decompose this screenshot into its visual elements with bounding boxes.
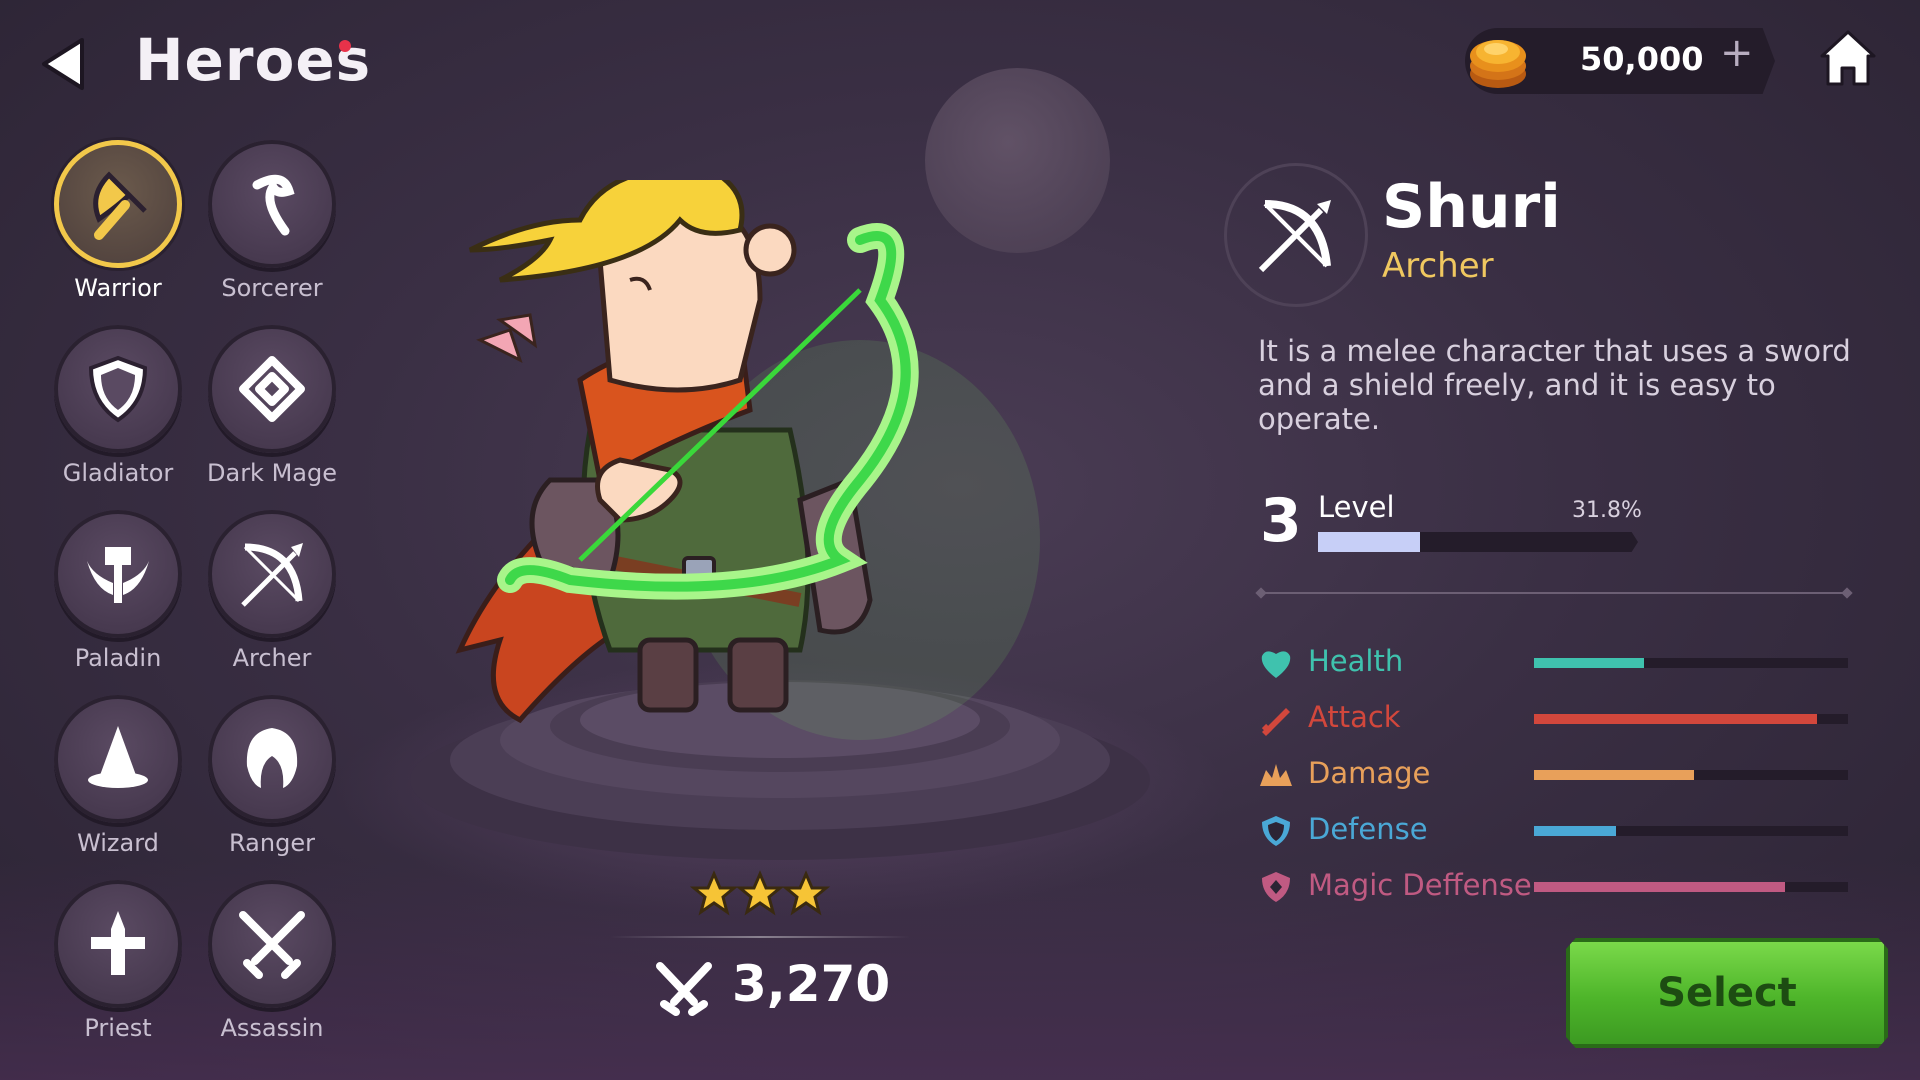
stat-row-defense: Defense — [1258, 808, 1848, 852]
class-icon-button — [208, 510, 336, 638]
star-icon — [690, 870, 830, 916]
hero-class: Archer — [1382, 246, 1494, 286]
home-icon — [1820, 30, 1876, 86]
class-label: Priest — [84, 1014, 152, 1042]
crossed-daggers-icon — [239, 911, 305, 979]
class-item-dark-mage[interactable]: Dark Mage — [202, 325, 342, 487]
class-icon-button — [54, 140, 182, 268]
dark-rune-icon — [239, 356, 305, 422]
hero-class-emblem — [1224, 163, 1368, 307]
stat-row-health: Health — [1258, 640, 1848, 684]
stat-bar — [1534, 714, 1848, 724]
class-icon-button — [54, 880, 182, 1008]
class-item-assassin[interactable]: Assassin — [202, 880, 342, 1042]
class-label: Dark Mage — [207, 459, 337, 487]
add-currency-button[interactable]: + — [1720, 30, 1754, 76]
stat-label: Damage — [1308, 756, 1431, 790]
magic-shield-icon — [1262, 872, 1290, 902]
holy-cross-icon — [91, 911, 145, 975]
stat-row-attack: Attack — [1258, 696, 1848, 740]
stat-row-damage: Damage — [1258, 752, 1848, 796]
class-icon-button — [208, 140, 336, 268]
back-button[interactable] — [38, 36, 88, 92]
class-icon-button — [208, 695, 336, 823]
separator-end — [1255, 587, 1267, 599]
select-button[interactable]: Select — [1566, 938, 1888, 1048]
staff-icon — [252, 174, 295, 236]
hero-name: Shuri — [1382, 172, 1561, 242]
crossed-swords-icon — [656, 962, 712, 1016]
stat-bar — [1534, 770, 1848, 780]
select-label: Select — [1657, 970, 1797, 1016]
stat-bar-fill — [1534, 770, 1695, 780]
class-item-wizard[interactable]: Wizard — [48, 695, 188, 857]
hood-icon — [246, 728, 298, 788]
class-item-priest[interactable]: Priest — [48, 880, 188, 1042]
wizard-hat-icon — [88, 726, 148, 788]
class-label: Assassin — [220, 1014, 324, 1042]
stat-bar-fill — [1534, 882, 1786, 892]
sword-icon — [1261, 708, 1290, 736]
stat-bar-fill — [1534, 714, 1817, 724]
page-title: Heroes — [135, 26, 372, 94]
notification-dot — [339, 40, 351, 52]
class-item-archer[interactable]: Archer — [202, 510, 342, 672]
class-label: Sorcerer — [221, 274, 323, 302]
back-arrow-icon — [42, 38, 84, 90]
class-label: Wizard — [77, 829, 159, 857]
bow-icon — [241, 543, 303, 607]
hero-power-value: 3,270 — [732, 955, 891, 1013]
class-icon-button — [54, 510, 182, 638]
winged-hammer-icon — [87, 547, 149, 603]
class-icon-button — [54, 695, 182, 823]
stat-label: Defense — [1308, 812, 1428, 846]
currency-value: 50,000 — [1580, 40, 1704, 78]
level-progress-fill — [1318, 532, 1420, 552]
bow-icon — [1258, 200, 1331, 273]
shield-icon — [1262, 816, 1290, 846]
class-item-paladin[interactable]: Paladin — [48, 510, 188, 672]
separator-end — [1841, 587, 1853, 599]
level-label: Level — [1318, 490, 1395, 524]
stat-label: Health — [1308, 644, 1404, 678]
class-icon-button — [54, 325, 182, 453]
level-percent: 31.8% — [1572, 498, 1642, 523]
burst-icon — [1260, 764, 1292, 786]
star-rating — [690, 870, 830, 916]
gold-coin-icon — [1470, 40, 1526, 88]
class-item-gladiator[interactable]: Gladiator — [48, 325, 188, 487]
class-icon-button — [208, 325, 336, 453]
stat-bar — [1534, 826, 1848, 836]
level-number: 3 — [1260, 486, 1302, 556]
hero-character — [455, 180, 1040, 740]
axe-icon — [93, 171, 147, 240]
stat-bar — [1534, 658, 1848, 668]
hero-description: It is a melee character that uses a swor… — [1258, 334, 1851, 436]
stat-bar-fill — [1534, 658, 1644, 668]
stat-bar-fill — [1534, 826, 1616, 836]
class-label: Warrior — [74, 274, 162, 302]
class-icon-button — [208, 880, 336, 1008]
class-label: Archer — [232, 644, 312, 672]
class-item-warrior[interactable]: Warrior — [48, 140, 188, 302]
class-item-ranger[interactable]: Ranger — [202, 695, 342, 857]
stat-label: Magic Deffense — [1308, 868, 1532, 902]
stat-bar — [1534, 882, 1848, 892]
stat-row-magic-deffense: Magic Deffense — [1258, 864, 1848, 908]
power-divider — [610, 936, 910, 938]
class-label: Ranger — [229, 829, 315, 857]
home-button[interactable] — [1820, 28, 1876, 88]
class-label: Paladin — [74, 644, 162, 672]
level-progress-bar — [1318, 532, 1638, 552]
heart-icon — [1261, 651, 1291, 678]
shield-icon — [88, 355, 148, 423]
stat-label: Attack — [1308, 700, 1401, 734]
class-item-sorcerer[interactable]: Sorcerer — [202, 140, 342, 302]
stats-separator — [1260, 592, 1850, 594]
class-label: Gladiator — [62, 459, 174, 487]
